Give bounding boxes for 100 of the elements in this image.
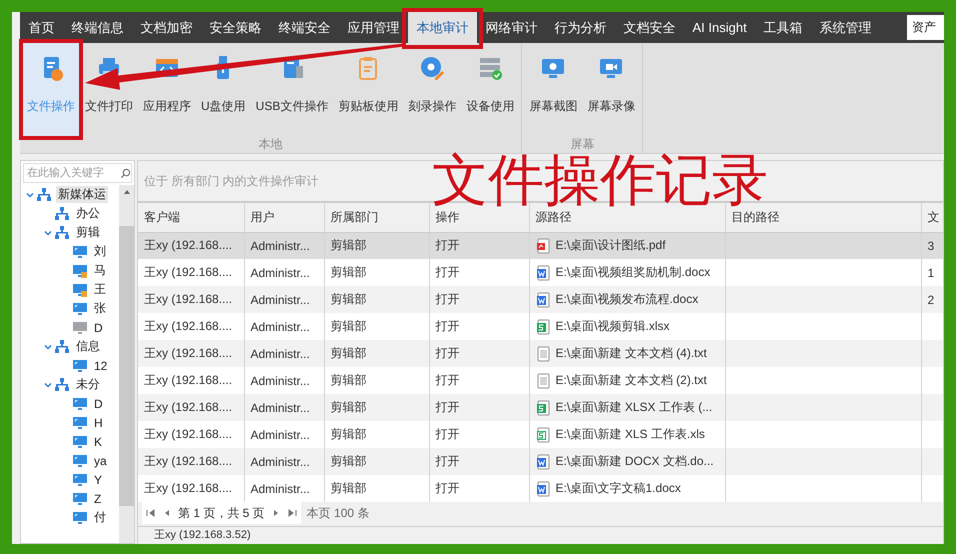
ribbon-button[interactable]: 设备使用 [462,43,518,136]
locked-monitor-icon [72,282,88,298]
ribbon-button[interactable]: 屏幕截图 [525,43,582,136]
spreadsheet-file-icon [536,400,550,416]
source-path-cell: E:\桌面\新建 文本文档 (4).txt [556,345,707,362]
monitor-icon [72,396,88,412]
tree-item[interactable]: 新媒体运 [56,186,108,203]
tree-item[interactable]: 信息 [74,338,102,355]
org-chart-icon [36,186,52,202]
tree-item[interactable]: 办公 [74,205,102,222]
spreadsheet-file-icon [536,318,550,334]
text-file-icon [536,346,550,362]
first-page-icon[interactable] [146,508,156,518]
tree-item[interactable]: 付 [92,509,108,526]
monitor-icon [72,300,88,316]
group-label: 屏幕 [570,136,594,153]
nav-tab[interactable]: 行为分析 [546,12,615,43]
source-path-cell: E:\桌面\新建 XLS 工作表.xls [556,426,705,443]
page-indicator: 第 1 页，共 5 页 [178,504,265,522]
tree-item[interactable]: 12 [92,358,110,372]
nav-tab[interactable]: 首页 [20,12,63,43]
scrollbar[interactable] [119,185,134,543]
tree-item[interactable]: 马 [92,262,108,279]
ribbon-button[interactable]: 刻录操作 [404,43,460,136]
nav-tab[interactable]: 终端安全 [270,12,339,43]
search-icon [120,168,131,178]
tree-item[interactable]: 剪辑 [74,224,102,241]
department-cell: 剪辑部 [324,475,429,502]
page-count-text: 本页 100 条 [306,504,370,522]
tree-item[interactable]: ya [92,454,109,468]
scrollbar-thumb[interactable] [119,226,134,506]
org-chart-icon [54,206,70,222]
monitor-icon [72,434,88,450]
nav-tab[interactable]: 工具箱 [755,12,812,43]
ribbon-button[interactable]: 剪贴板使用 [334,43,402,136]
table-row[interactable]: 王xy (192.168.... Administr... 剪辑部 打开 E:\桌面\新建 DOCX 文档.do... [138,448,943,475]
org-chart-icon [54,338,70,354]
detail-text: 王xy (192.168.3.52) [154,528,251,542]
source-path-cell: E:\桌面\新建 文本文档 (2).txt [556,372,707,389]
search-field[interactable]: 在此输入关键字 [23,163,132,183]
monitor-icon [72,490,88,506]
source-path-cell: E:\桌面\新建 XLSX 工作表 (... [556,399,712,416]
tree-item[interactable]: 刘 [92,243,108,260]
table-row[interactable]: 王xy (192.168.... Administr... 剪辑部 打开 E:\桌面\视频发布流程.docx 2 [138,286,943,313]
table-row[interactable]: 王xy (192.168.... Administr... 剪辑部 打开 E:\桌面\设计图纸.pdf 3 [138,232,943,259]
action-cell: 打开 [429,475,529,502]
word-file-icon [536,454,550,470]
scroll-up-icon[interactable] [122,188,130,196]
table-row[interactable]: 王xy (192.168.... Administr... 剪辑部 打开 E:\桌面\文字文稿1.docx [138,475,943,502]
monitor-icon [72,510,88,526]
nav-tab[interactable]: 文档安全 [615,12,684,43]
table-row[interactable]: 王xy (192.168.... Administr... 剪辑部 打开 E:\桌面\新建 文本文档 (4).txt [138,340,943,367]
nav-tab[interactable]: 终端信息 [63,12,132,43]
word-file-icon [536,264,550,280]
search-field[interactable]: 资产 [907,15,944,40]
locked-monitor-icon [72,262,88,278]
nav-tab[interactable]: 网络审计 [477,12,546,43]
source-path-cell: E:\桌面\视频发布流程.docx [556,291,698,308]
column-header[interactable]: 用户 [244,203,324,232]
nav-tab[interactable]: AI Insight [684,12,756,43]
nav-tab[interactable]: 本地审计 [408,12,477,43]
tree-item[interactable]: 未分 [74,376,102,393]
tree-item[interactable]: H [92,416,105,430]
monitor-icon [72,244,88,260]
table-row[interactable]: 王xy (192.168.... Administr... 剪辑部 打开 E:\桌面\新建 XLSX 工作表 (... [138,394,943,421]
table-row[interactable]: 王xy (192.168.... Administr... 剪辑部 打开 E:\桌面\视频剪辑.xlsx [138,313,943,340]
tree-item[interactable]: D [92,396,105,410]
ribbon-button[interactable]: 屏幕录像 [583,43,640,136]
tree-item[interactable]: Z [92,492,104,506]
spreadsheet-file-icon [536,426,550,442]
org-chart-icon [54,224,70,240]
nav-tab[interactable]: 系统管理 [811,12,880,43]
monitor-icon [72,472,88,488]
source-path-cell: E:\桌面\设计图纸.pdf [556,237,666,254]
tree-item[interactable]: 王 [92,281,108,298]
column-header[interactable]: 文 [921,203,943,232]
tree-item[interactable]: D [92,320,105,334]
tree-item[interactable]: 张 [92,300,108,317]
monitor-icon [72,358,88,374]
last-page-icon[interactable] [286,508,297,518]
group-label: 本地 [258,136,283,153]
table-row[interactable]: 王xy (192.168.... Administr... 剪辑部 打开 E:\桌面\新建 文本文档 (2).txt [138,367,943,394]
offline-monitor-icon [72,320,88,336]
pdf-file-icon [536,238,550,254]
table-row[interactable]: 王xy (192.168.... Administr... 剪辑部 打开 E:\桌面\视频组奖励机制.docx 1 [138,259,943,286]
source-path-cell: E:\桌面\新建 DOCX 文档.do... [556,453,714,470]
nav-tab[interactable]: 安全策略 [201,12,270,43]
nav-tab[interactable]: 应用管理 [339,12,408,43]
tree-item[interactable]: K [92,434,104,448]
ribbon-icon [418,54,446,82]
org-chart-icon [54,376,70,392]
column-header[interactable]: 所属部门 [324,203,429,232]
column-header[interactable]: 客户端 [138,203,244,232]
tree-item[interactable]: Y [92,472,104,486]
source-path-cell: E:\桌面\文字文稿1.docx [556,480,681,497]
monitor-icon [72,414,88,430]
word-file-icon [536,480,550,496]
table-row[interactable]: 王xy (192.168.... Administr... 剪辑部 打开 E:\桌面\新建 XLS 工作表.xls [138,421,943,448]
text-file-icon [536,372,550,388]
nav-tab[interactable]: 文档加密 [132,12,201,43]
